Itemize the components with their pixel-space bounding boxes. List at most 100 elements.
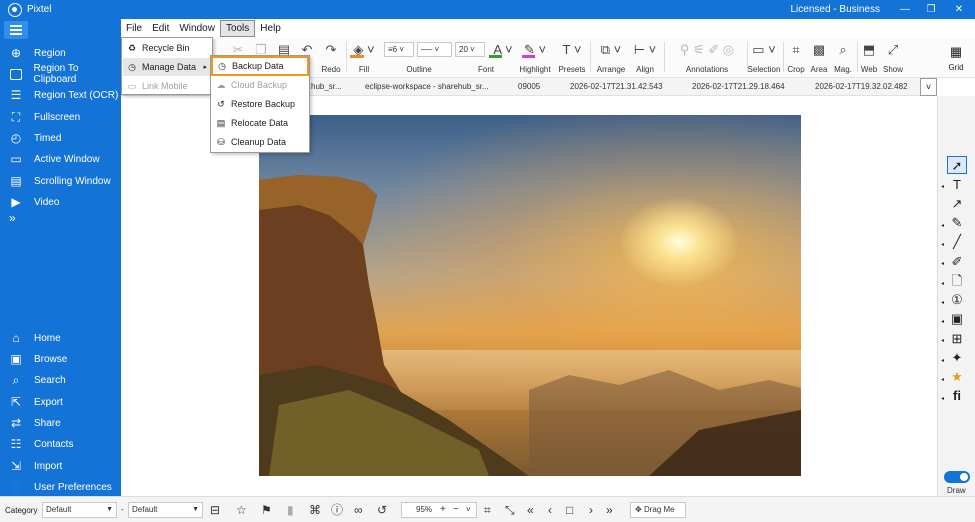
stamp-tool-button[interactable]: ▣ — [947, 310, 967, 328]
tabs-dropdown-button[interactable]: ˅ — [920, 78, 937, 96]
captured-image[interactable] — [259, 115, 801, 476]
font-size-select[interactable]: 20 ˅ — [455, 42, 485, 57]
more-capture-button[interactable]: » — [9, 211, 16, 225]
sidebar-item-browse[interactable]: ▣ Browse — [0, 349, 121, 369]
prev-button[interactable]: ‹ — [548, 503, 552, 517]
next-button[interactable]: › — [589, 503, 593, 517]
pointer-tool-button[interactable]: ➚ — [947, 156, 967, 174]
tab-capture[interactable]: hub_sr... — [311, 82, 342, 91]
menu-item-backup-data[interactable]: ◷ Backup Data — [211, 56, 309, 76]
menu-item-restore-backup[interactable]: ↺ Restore Backup — [212, 95, 308, 113]
line-tool-button[interactable]: ╱ — [947, 233, 967, 251]
sidebar-item-search[interactable]: ⌕ Search — [0, 370, 121, 390]
tab-capture[interactable]: 2026-02-17T19.32.02.482 — [815, 82, 908, 91]
sidebar-item-region-to-clipboard[interactable]: Region To Clipboard — [0, 63, 121, 85]
sidebar-item-region-text-ocr[interactable]: ☰ Region Text (OCR) — [0, 85, 121, 105]
restore-button[interactable]: ❐ — [919, 0, 943, 19]
menu-edit[interactable]: Edit — [147, 20, 174, 37]
favorites-tool-button[interactable]: ★ — [947, 368, 967, 386]
menu-window[interactable]: Window — [174, 20, 220, 37]
tag-button[interactable]: ⌘ — [309, 503, 321, 517]
menu-tools[interactable]: Tools — [219, 20, 256, 37]
step-number-tool-button[interactable]: ① — [947, 291, 967, 309]
presets-button[interactable]: T ˅ Presets — [557, 40, 587, 74]
info-button[interactable]: ⓘ — [331, 503, 343, 517]
menu-help[interactable]: Help — [255, 20, 286, 37]
outline-style-select[interactable]: ── ˅ — [417, 42, 452, 57]
sidebar-item-share[interactable]: ⇄ Share — [0, 413, 121, 433]
favorite-button[interactable]: ☆ — [236, 503, 247, 517]
show-button[interactable]: ⤢ Show — [882, 40, 904, 74]
history-button[interactable]: ↺ — [377, 503, 387, 517]
grid-button[interactable]: ▦ Grid — [937, 38, 975, 78]
subcategory-select[interactable]: Default ▼ — [128, 502, 203, 518]
first-button[interactable]: « — [527, 503, 534, 517]
arrow-tool-button[interactable]: ↗ — [947, 195, 967, 213]
menu-item-recycle-bin[interactable]: ♻ Recycle Bin — [123, 39, 211, 57]
app-logo-icon — [8, 2, 22, 17]
last-button[interactable]: » — [606, 503, 613, 517]
redo-button[interactable]: ↷ Redo — [321, 40, 341, 74]
sidebar-item-video[interactable]: ▶ Video — [0, 192, 121, 212]
text-tool-button[interactable]: T — [947, 176, 967, 194]
zoom-in-icon[interactable]: + — [440, 503, 446, 517]
fullscreen-icon: ⛶ — [11, 110, 21, 124]
web-button[interactable]: ⬒ Web — [859, 40, 879, 74]
zoom-dropdown-icon[interactable]: ˅ — [466, 503, 471, 517]
outline-width-select[interactable]: ≡6 ˅ — [384, 42, 414, 57]
hamburger-menu-button[interactable] — [4, 21, 28, 39]
magic-icon: ✦ — [951, 350, 963, 365]
tab-capture[interactable]: 2026-02-17T21.29.18.464 — [692, 82, 785, 91]
stop-button[interactable]: □ — [566, 503, 573, 517]
menu-item-cloud-backup[interactable]: ☁ Cloud Backup — [212, 76, 308, 94]
menu-file[interactable]: File — [121, 20, 147, 37]
drag-me-button[interactable]: ✥ Drag Me — [630, 502, 686, 518]
sidebar-item-export[interactable]: ⇱ Export — [0, 392, 121, 412]
menu-item-manage-data[interactable]: ◷ Manage Data ▸ — [123, 58, 211, 76]
fullsize-button[interactable]: ⤡ — [505, 503, 515, 517]
minimize-button[interactable]: — — [893, 0, 917, 19]
close-button[interactable]: ✕ — [947, 0, 971, 19]
sidebar-item-user-preferences[interactable]: 👤 User Preferences — [0, 477, 121, 497]
highlight-label: Highlight — [519, 65, 551, 74]
menu-item-cleanup-data[interactable]: ⛁ Cleanup Data — [212, 133, 308, 151]
area-button[interactable]: ▩ Area — [809, 40, 829, 74]
tab-capture[interactable]: 2026-02-17T21.31.42.543 — [570, 82, 663, 91]
chevron-right-icon: › — [589, 503, 593, 517]
sidebar-item-active-window[interactable]: ▭ Active Window — [0, 149, 121, 169]
zoom-control[interactable]: 95% + − ˅ — [401, 502, 477, 518]
align-button[interactable]: ⊢ ˅ Align — [630, 40, 660, 74]
draw-toggle[interactable] — [944, 471, 970, 483]
sidebar-item-label: Fullscreen — [34, 111, 81, 123]
selection-button[interactable]: ▭ ˅ Selection — [748, 40, 781, 74]
tab-capture[interactable]: eclipse-workspace - sharehub_sr... — [365, 82, 489, 91]
tab-capture[interactable]: 09005 — [518, 82, 540, 91]
category-select[interactable]: Default ▼ — [42, 502, 117, 518]
menu-item-link-mobile[interactable]: ▭ Link Mobile — [123, 77, 211, 95]
subcategory-value: Default — [132, 505, 158, 514]
fit-button[interactable]: ⌗ — [484, 503, 491, 517]
sidebar-item-timed[interactable]: ◴ Timed — [0, 128, 121, 148]
menu-item-relocate-data[interactable]: ▤ Relocate Data — [212, 114, 308, 132]
sidebar-item-fullscreen[interactable]: ⛶ Fullscreen — [0, 107, 121, 127]
sidebar-item-import[interactable]: ⇲ Import — [0, 456, 121, 476]
marker-tool-button[interactable]: ✐ — [947, 253, 967, 271]
sidebar-item-scrolling-window[interactable]: ▤ Scrolling Window — [0, 171, 121, 191]
blur-tool-button[interactable]: ⊞ — [947, 330, 967, 348]
glyph-tool-button[interactable]: fi — [947, 387, 967, 405]
arrange-button[interactable]: ⧉ ˅ Arrange — [595, 40, 627, 74]
crop-button[interactable]: ⌗ Crop — [786, 40, 806, 74]
link-button[interactable]: ∞ — [354, 503, 363, 517]
annotations-button[interactable]: ⚲ ⚟ ✐ ◎ Annotations — [669, 40, 745, 74]
zoom-out-icon[interactable]: − — [453, 503, 459, 517]
magnify-button[interactable]: ⌕ Mag. — [832, 40, 854, 74]
sidebar-item-region[interactable]: ⊕ Region — [0, 43, 121, 63]
sidebar-item-contacts[interactable]: ☷ Contacts — [0, 434, 121, 454]
bookmark-button[interactable]: ▮ — [287, 503, 294, 517]
sidebar-item-home[interactable]: ⌂ Home — [0, 328, 121, 348]
note-tool-button[interactable]: 🗋 — [947, 272, 967, 290]
flag-button[interactable]: ⚑ — [261, 503, 272, 517]
magic-tool-button[interactable]: ✦ — [947, 349, 967, 367]
pen-tool-button[interactable]: ✎ — [947, 214, 967, 232]
properties-button[interactable]: ⊟ — [210, 503, 220, 517]
